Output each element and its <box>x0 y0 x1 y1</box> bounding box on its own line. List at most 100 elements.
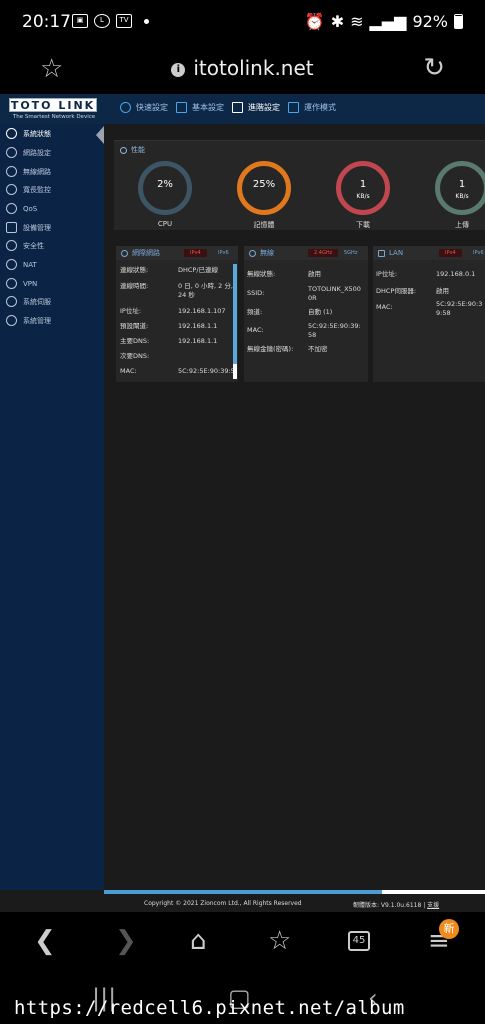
copyright-text: Copyright © 2021 Zioncom Ltd., All Right… <box>144 900 302 907</box>
sidebar-item-parental[interactable]: 寬長監控 <box>6 184 51 195</box>
wifi-icon <box>249 249 256 257</box>
watermark-url: https://redcell6.pixnet.net/album <box>14 997 405 1019</box>
row-value: 192.168.1.1 <box>178 337 218 345</box>
download-gauge: 1 KB/s <box>336 161 390 215</box>
row-value: 5C:92:5E:90:39:59 <box>178 367 233 375</box>
upload-gauge: 1 KB/s <box>435 161 485 215</box>
signal-icon: ▂▄▆ <box>369 12 407 31</box>
refresh-icon <box>6 259 17 270</box>
sidebar-label: NAT <box>23 260 37 269</box>
home-icon[interactable]: ⌂ <box>190 926 207 956</box>
row-value: 192.168.1.107 <box>178 307 226 315</box>
row-label: 無線狀態: <box>247 270 276 278</box>
band-2g-tab[interactable]: 2.4GHz <box>308 249 339 257</box>
ipv4-tab[interactable]: IPv4 <box>184 249 207 257</box>
sidebar-item-system-status[interactable]: 系統狀態 <box>6 128 51 139</box>
gauge-value: 1 <box>359 179 367 190</box>
row-value: DHCP/已連線 <box>178 266 219 274</box>
sidebar-label: 安全性 <box>23 241 44 250</box>
memory-gauge: 25% <box>237 161 291 215</box>
sidebar-item-qos[interactable]: QoS <box>6 203 37 214</box>
internet-title: 網際網路 <box>132 249 160 257</box>
gauge-value: 1 <box>458 179 466 190</box>
battery-icon <box>454 14 463 29</box>
sidebar-item-devices[interactable]: 設備管理 <box>6 222 51 233</box>
top-nav: 快速設定 基本設定 進階設定 運作模式 <box>120 102 336 113</box>
network-icon <box>6 128 17 139</box>
sidebar-item-nat[interactable]: NAT <box>6 259 37 270</box>
url-field[interactable]: i itotolink.net <box>0 56 485 80</box>
sidebar-item-network[interactable]: 網路設定 <box>6 147 51 158</box>
nav-label: 進階設定 <box>248 103 280 112</box>
lan-title: LAN <box>389 249 404 257</box>
lan-ipv6-tab[interactable]: IPv6 <box>467 249 485 257</box>
gauge-label: 上傳 <box>455 221 469 229</box>
band-5g-tab[interactable]: 5GHz <box>338 249 363 257</box>
tv-icon: TV <box>116 14 132 28</box>
row-value: 啟用 <box>308 270 321 278</box>
main-content: 性能 2% CPU 25% 記憶體 1 KB/s 下載 1 KB/s 上傳 網際… <box>104 124 485 890</box>
back-icon[interactable]: ❮ <box>34 926 56 956</box>
nav-label: 快速設定 <box>136 103 168 112</box>
sliders-icon <box>232 102 243 113</box>
info-icon[interactable]: i <box>171 63 186 77</box>
row-label: DHCP伺服器: <box>376 287 417 295</box>
sidebar-item-security[interactable]: 安全性 <box>6 240 44 251</box>
row-value: 192.168.1.1 <box>178 322 218 330</box>
wireless-panel: 無線 2.4GHz 5GHz 無線狀態: 啟用 SSID: TOTOLINK_X… <box>244 246 368 382</box>
system-status: ⏰ ✱ ≋ ▂▄▆ 92% <box>305 12 463 31</box>
nav-basic-setup[interactable]: 基本設定 <box>176 102 224 113</box>
gauge-unit: KB/s <box>455 193 469 200</box>
row-label: 連線時間: <box>120 282 149 290</box>
sidebar-label: 設備管理 <box>23 223 51 232</box>
row-label: SSID: <box>247 289 265 297</box>
gear-icon <box>120 102 131 113</box>
tabs-button[interactable]: 45 <box>348 931 370 951</box>
gauge-value: 2% <box>157 179 173 190</box>
share-icon <box>6 296 17 307</box>
nav-quick-setup[interactable]: 快速設定 <box>120 102 168 113</box>
sidebar-label: 無線網路 <box>23 167 51 176</box>
row-value: 5C:92:5E:90:39:58 <box>436 300 483 317</box>
row-label: 頻道: <box>247 308 263 316</box>
nav-operation-mode[interactable]: 運作模式 <box>288 102 336 113</box>
cpu-gauge: 2% <box>138 161 192 215</box>
internet-panel: 網際網路 IPv4 IPv6 連線狀態: DHCP/已連線 連線時間: 0 日,… <box>116 246 238 382</box>
totolink-logo[interactable]: TOTO LINK The Smartest Network Device <box>9 98 99 122</box>
sidebar-item-services[interactable]: 系統伺服 <box>6 296 51 307</box>
row-value: 192.168.0.1 <box>436 270 476 278</box>
lan-ipv4-tab[interactable]: IPv4 <box>439 249 462 257</box>
sidebar-label: VPN <box>23 279 38 288</box>
sidebar-item-vpn[interactable]: VPN <box>6 278 37 289</box>
gauge-unit: KB/s <box>356 193 370 200</box>
internet-scroll-thumb[interactable] <box>233 264 237 364</box>
row-label: 連線狀態: <box>120 266 149 274</box>
firmware-text: 韌體版本: V9.1.0u.6118 <box>353 902 422 909</box>
monitor-icon <box>378 249 385 257</box>
row-label: 主要DNS: <box>120 337 150 345</box>
lan-panel-header: LAN IPv4 IPv6 <box>373 246 485 260</box>
reload-icon[interactable]: ↻ <box>423 53 445 83</box>
support-link[interactable]: 支援 <box>427 902 439 909</box>
logo-text: TOTO LINK <box>9 98 97 112</box>
user-icon <box>6 184 17 195</box>
line-icon: L <box>94 14 110 28</box>
row-label: 無線金鑰(密碼): <box>247 345 294 353</box>
gear-icon <box>6 315 17 326</box>
internet-panel-header: 網際網路 IPv4 IPv6 <box>116 246 238 260</box>
performance-panel: 性能 2% CPU 25% 記憶體 1 KB/s 下載 1 KB/s 上傳 <box>114 140 485 230</box>
clock: 20:17 <box>22 12 71 32</box>
sidebar-item-wireless[interactable]: 無線網路 <box>6 166 51 177</box>
nav-label: 基本設定 <box>192 103 224 112</box>
bookmarks-icon[interactable]: ☆ <box>268 926 291 956</box>
globe-icon <box>121 249 128 257</box>
nav-advanced-setup[interactable]: 進階設定 <box>232 102 280 113</box>
forward-icon[interactable]: ❯ <box>115 926 137 956</box>
row-value: 自動 (1) <box>308 308 333 316</box>
logo-tagline: The Smartest Network Device <box>12 114 96 120</box>
lan-panel: LAN IPv4 IPv6 IP位址: 192.168.0.1 DHCP伺服器:… <box>373 246 485 382</box>
gauge-label: 下載 <box>356 221 370 229</box>
row-value: 啟用 <box>436 287 449 295</box>
sidebar-item-admin[interactable]: 系統管理 <box>6 315 51 326</box>
ipv6-tab[interactable]: IPv6 <box>212 249 235 257</box>
